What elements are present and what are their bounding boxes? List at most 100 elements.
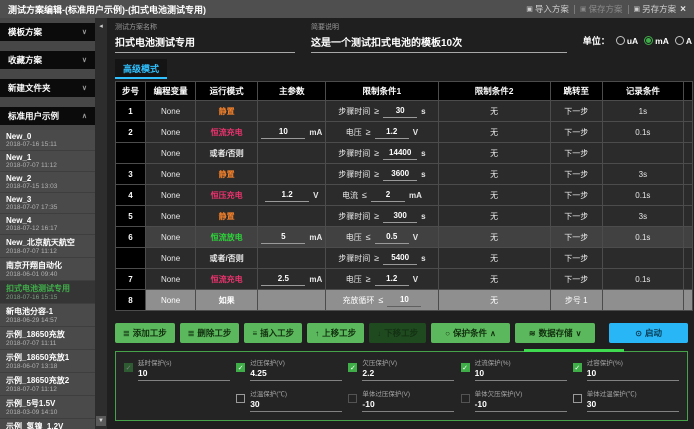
sidebar-item[interactable]: 示例_18650充放2018-07-07 11:11 (0, 327, 95, 350)
program-var-cell[interactable]: None (146, 206, 196, 227)
protection-field-value[interactable]: 30 (250, 398, 342, 412)
plan-desc-input[interactable]: 这是一个测试扣式电池的模板10次 (311, 32, 567, 53)
table-row[interactable]: None或者/否则步骤时间≥14400s无下一步 (116, 143, 693, 164)
record-condition-cell[interactable]: 0.1s (602, 185, 683, 206)
plan-name-input[interactable]: 扣式电池测试专用 (115, 32, 295, 53)
main-param-cell[interactable] (258, 206, 326, 227)
limit-condition1-cell[interactable]: 步骤时间≥5400s (326, 248, 438, 269)
limit-condition1-cell[interactable]: 电压≥1.2V (326, 122, 438, 143)
program-var-cell[interactable]: None (146, 143, 196, 164)
limit-condition1-cell[interactable]: 步骤时间≥14400s (326, 143, 438, 164)
close-icon[interactable]: × (680, 4, 686, 15)
limit-condition2-cell[interactable]: 无 (438, 185, 550, 206)
collapse-handle-icon[interactable]: ◂ (99, 22, 103, 30)
main-param-cell[interactable] (258, 101, 326, 122)
condition-value[interactable]: 0.5 (375, 231, 409, 244)
tab-advanced-mode[interactable]: 高级模式 (115, 59, 167, 79)
start-button[interactable]: ⊙启动 (609, 323, 688, 343)
record-condition-cell[interactable] (602, 290, 683, 311)
checkbox-checked-icon[interactable]: ✓ (348, 363, 357, 372)
condition-value[interactable]: 30 (383, 105, 417, 118)
table-row[interactable]: None或者/否则步骤时间≥5400s无下一步 (116, 248, 693, 269)
sidebar-item[interactable]: New_42018-07-12 16:17 (0, 214, 95, 235)
program-var-cell[interactable]: None (146, 122, 196, 143)
sidebar-section-模板方案[interactable]: 模板方案∨ (0, 23, 95, 41)
program-var-cell[interactable]: None (146, 227, 196, 248)
checkbox-unchecked-icon[interactable] (573, 394, 582, 403)
condition-value[interactable]: 2 (371, 189, 405, 202)
limit-condition1-cell[interactable]: 步骤时间≥300s (326, 206, 438, 227)
table-row[interactable]: 1None静置步骤时间≥30s无下一步1s (116, 101, 693, 122)
titlebar-action-import[interactable]: ▣导入方案 (526, 3, 569, 15)
add-step-button[interactable]: ≣添加工步 (115, 323, 175, 343)
run-mode-cell[interactable]: 静置 (196, 206, 258, 227)
condition-value[interactable]: 14400 (383, 147, 417, 160)
table-row[interactable]: 2None恒流充电10mA电压≥1.2V无下一步0.1s (116, 122, 693, 143)
protection-field-value[interactable]: 30 (587, 398, 679, 412)
main-param-cell[interactable]: 10mA (258, 122, 326, 143)
sidebar-section-收藏方案[interactable]: 收藏方案∨ (0, 51, 95, 69)
main-param-cell[interactable]: 1.2V (258, 185, 326, 206)
sidebar-section-标准用户示例[interactable]: 标准用户示例∧ (0, 107, 95, 125)
limit-condition2-cell[interactable]: 无 (438, 290, 550, 311)
limit-condition1-cell[interactable]: 充放循环≤10 (326, 290, 438, 311)
checkbox-unchecked-icon[interactable] (236, 394, 245, 403)
main-param-cell[interactable] (258, 164, 326, 185)
sidebar-item[interactable]: 示例_18650充放22018-07-07 11:12 (0, 373, 95, 396)
run-mode-cell[interactable]: 恒流充电 (196, 122, 258, 143)
jump-to-cell[interactable]: 步号 1 (550, 290, 602, 311)
protection-field-value[interactable]: 10 (587, 367, 679, 381)
record-condition-cell[interactable]: 0.1s (602, 269, 683, 290)
limit-condition2-cell[interactable]: 无 (438, 122, 550, 143)
table-row[interactable]: 6None恒流放电5mA电压≤0.5V无下一步0.1s (116, 227, 693, 248)
checkbox-checked-icon[interactable]: ✓ (124, 363, 133, 372)
record-condition-cell[interactable] (602, 143, 683, 164)
run-mode-cell[interactable]: 恒流充电 (196, 269, 258, 290)
jump-to-cell[interactable]: 下一步 (550, 227, 602, 248)
checkbox-checked-icon[interactable]: ✓ (461, 363, 470, 372)
main-param-cell[interactable] (258, 143, 326, 164)
limit-condition2-cell[interactable]: 无 (438, 206, 550, 227)
limit-condition1-cell[interactable]: 电压≥1.2V (326, 269, 438, 290)
main-param-cell[interactable] (258, 248, 326, 269)
move-up-button[interactable]: ↑上移工步 (307, 323, 364, 343)
condition-value[interactable]: 5400 (383, 252, 417, 265)
limit-condition2-cell[interactable]: 无 (438, 269, 550, 290)
insert-step-button[interactable]: ≡插入工步 (244, 323, 302, 343)
run-mode-cell[interactable]: 恒压充电 (196, 185, 258, 206)
record-condition-cell[interactable]: 3s (602, 206, 683, 227)
table-row[interactable]: 5None静置步骤时间≥300s无下一步3s (116, 206, 693, 227)
program-var-cell[interactable]: None (146, 101, 196, 122)
sidebar-item[interactable]: 示例_5号1.5V2018-03-09 14:10 (0, 396, 95, 419)
limit-condition1-cell[interactable]: 电压≤0.5V (326, 227, 438, 248)
sidebar-item[interactable]: New_32018-07-07 17:35 (0, 193, 95, 214)
run-mode-cell[interactable]: 如果 (196, 290, 258, 311)
sidebar-section-新建文件夹[interactable]: 新建文件夹∨ (0, 79, 95, 97)
record-condition-cell[interactable]: 3s (602, 164, 683, 185)
protect-button[interactable]: ○保护条件∧ (431, 323, 510, 343)
sidebar-item[interactable]: 南京开翔自动化2018-06-01 09:40 (0, 258, 95, 281)
unit-radio-uA[interactable]: uA (616, 36, 638, 46)
program-var-cell[interactable]: None (146, 185, 196, 206)
checkbox-checked-icon[interactable]: ✓ (573, 363, 582, 372)
checkbox-unchecked-icon[interactable] (461, 394, 470, 403)
limit-condition1-cell[interactable]: 步骤时间≥30s (326, 101, 438, 122)
table-row[interactable]: 3None静置步骤时间≥3600s无下一步3s (116, 164, 693, 185)
main-param-value[interactable]: 5 (261, 231, 305, 244)
program-var-cell[interactable]: None (146, 164, 196, 185)
jump-to-cell[interactable]: 下一步 (550, 143, 602, 164)
protection-field-value[interactable]: -10 (475, 398, 567, 412)
limit-condition1-cell[interactable]: 步骤时间≥3600s (326, 164, 438, 185)
protection-field-value[interactable]: 10 (475, 367, 567, 381)
condition-value[interactable]: 300 (383, 210, 417, 223)
sidebar-item[interactable]: 示例_氢镍_1.2V2018-03-09 14:10 (0, 419, 95, 429)
condition-value[interactable]: 1.2 (375, 126, 409, 139)
jump-to-cell[interactable]: 下一步 (550, 164, 602, 185)
sidebar-item[interactable]: 扣式电池测试专用2018-07-16 15:15 (0, 281, 95, 304)
sidebar-item[interactable]: New_北京航天航空2018-07-07 11:12 (0, 235, 95, 258)
sidebar-item[interactable]: New_02018-07-16 15:11 (0, 130, 95, 151)
delete-step-button[interactable]: ≣删除工步 (180, 323, 240, 343)
main-param-value[interactable]: 10 (261, 126, 305, 139)
limit-condition2-cell[interactable]: 无 (438, 101, 550, 122)
unit-radio-mA[interactable]: mA (644, 36, 669, 46)
